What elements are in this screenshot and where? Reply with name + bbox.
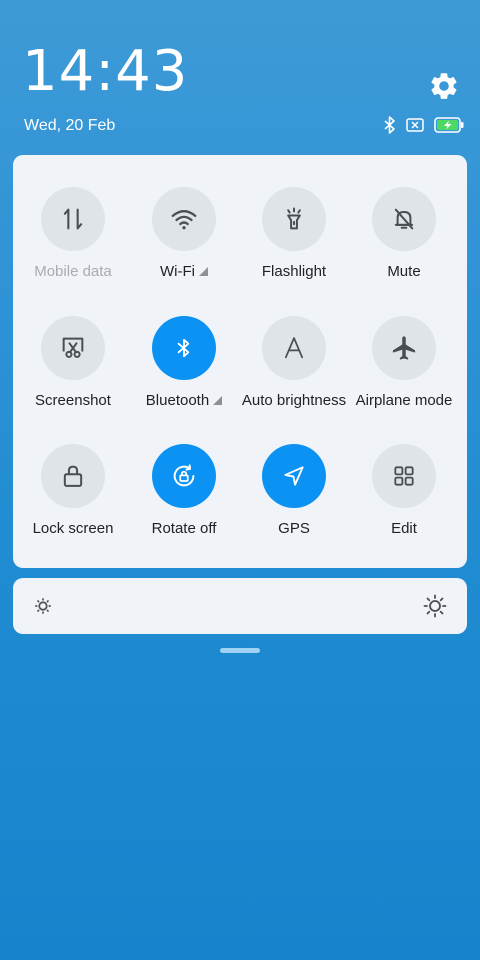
tile-label: GPS: [278, 520, 310, 537]
tile-wifi[interactable]: Wi-Fi: [129, 187, 239, 280]
tile-bluetooth[interactable]: Bluetooth: [129, 316, 239, 409]
gps-icon: [284, 466, 304, 486]
rotate-lock-icon: [173, 464, 195, 487]
flashlight-icon: [287, 207, 301, 230]
tile-mute[interactable]: Mute: [349, 187, 459, 280]
tile-gps[interactable]: GPS: [239, 444, 349, 537]
screenshot-icon: [62, 337, 84, 358]
bluetooth-icon: [384, 116, 395, 134]
tile-label: Rotate off: [151, 520, 217, 537]
lock-icon: [63, 465, 83, 487]
auto-brightness-icon: [284, 337, 304, 359]
tile-mobile-data[interactable]: Mobile data: [18, 187, 128, 280]
tile-auto-brightness[interactable]: Auto brightness: [239, 316, 349, 409]
tile-label-row: Bluetooth: [129, 392, 239, 409]
tile-label-row: Wi-Fi: [129, 263, 239, 280]
wifi-icon: [171, 210, 197, 230]
expand-triangle-icon: [213, 396, 223, 405]
tile-flashlight[interactable]: Flashlight: [239, 187, 349, 280]
tile-label: Screenshot: [35, 392, 111, 409]
bluetooth-icon: [177, 338, 190, 358]
mute-button[interactable]: [372, 187, 436, 251]
expand-triangle-icon: [198, 267, 208, 276]
mobile-data-icon: [63, 208, 83, 230]
tile-label: Bluetooth: [145, 392, 210, 409]
auto-brightness-button[interactable]: [262, 316, 326, 380]
wifi-button[interactable]: [152, 187, 216, 251]
flashlight-button[interactable]: [262, 187, 326, 251]
tile-rotate-off[interactable]: Rotate off: [129, 444, 239, 537]
edit-button[interactable]: [372, 444, 436, 508]
tile-airplane-mode[interactable]: Airplane mode: [349, 316, 459, 409]
tile-label: Airplane mode: [355, 392, 453, 409]
tile-label: Lock screen: [32, 520, 114, 537]
tile-label: Edit: [391, 520, 417, 537]
gear-icon[interactable]: [428, 70, 460, 102]
screenshot-button[interactable]: [41, 316, 105, 380]
brightness-low-icon: [35, 598, 51, 614]
no-sim-icon: [406, 118, 424, 132]
rotate-off-button[interactable]: [152, 444, 216, 508]
clock-time: 14:43: [22, 39, 189, 104]
tile-label: Wi-Fi: [160, 263, 195, 280]
tile-lock-screen[interactable]: Lock screen: [18, 444, 128, 537]
tile-screenshot[interactable]: Screenshot: [18, 316, 128, 409]
tile-label: Mute: [387, 263, 421, 280]
battery-charging-icon: [434, 117, 464, 133]
grid-icon: [394, 466, 414, 486]
brightness-slider[interactable]: [13, 578, 467, 634]
gps-button[interactable]: [262, 444, 326, 508]
bell-off-icon: [394, 208, 414, 230]
drag-handle[interactable]: [220, 648, 260, 653]
bluetooth-button[interactable]: [152, 316, 216, 380]
tile-label: Flashlight: [261, 263, 327, 280]
status-icons: [384, 116, 464, 134]
mobile-data-button[interactable]: [41, 187, 105, 251]
brightness-high-icon: [423, 594, 447, 618]
tile-edit[interactable]: Edit: [349, 444, 459, 537]
quick-settings-panel: Mobile data Wi-Fi Flashlight Mute Screen…: [13, 155, 467, 568]
lock-screen-button[interactable]: [41, 444, 105, 508]
tile-label: Auto brightness: [241, 392, 347, 409]
airplane-mode-button[interactable]: [372, 316, 436, 380]
airplane-icon: [392, 336, 416, 360]
tile-label: Mobile data: [34, 263, 112, 280]
date-text: Wed, 20 Feb: [24, 117, 116, 134]
